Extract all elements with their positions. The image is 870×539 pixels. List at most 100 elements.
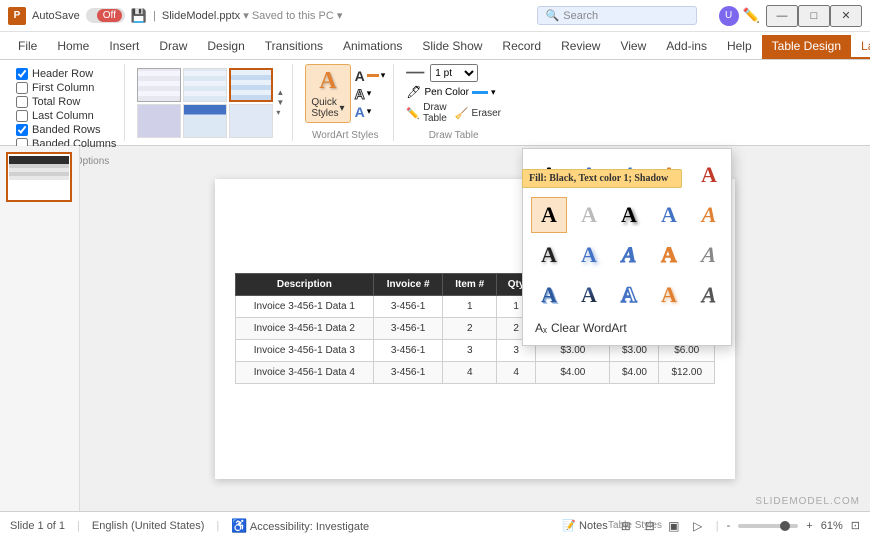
col-description: Description [236, 274, 374, 296]
tab-tabledesign[interactable]: Table Design [762, 35, 851, 59]
ribbon-group-wordart: A Quick Styles ▾ A ▾ A [297, 64, 394, 141]
wordart-item-distort[interactable]: A [689, 237, 728, 273]
checkbox-banded-rows[interactable]: Banded Rows [16, 124, 116, 136]
style-swatch-2[interactable] [183, 68, 227, 102]
wordart-styles-label: WordArt Styles [305, 128, 385, 141]
text-outline-dropdown-icon[interactable]: ▾ [367, 88, 372, 99]
ribbon-group-table-styles: ▲ ▼ ▾ Table Styles [129, 64, 293, 141]
filename-label: SlideModel.pptx ▾ Saved to this PC ▾ [162, 9, 342, 22]
tab-draw[interactable]: Draw [149, 35, 197, 59]
tab-transitions[interactable]: Transitions [255, 35, 333, 59]
wordart-item-gray[interactable]: A [571, 197, 607, 233]
style-swatch-5[interactable] [183, 104, 227, 138]
wordart-tooltip: Fill: Black, Text color 1; Shadow [522, 169, 682, 188]
tab-home[interactable]: Home [47, 35, 99, 59]
tab-slideshow[interactable]: Slide Show [412, 35, 492, 59]
wordart-item-blueoutline[interactable]: A [611, 277, 647, 313]
scroll-up-icon[interactable]: ▲ [276, 88, 284, 97]
watermark: SLIDEMODEL.COM [755, 496, 860, 507]
draw-table-icon: ✏️ [406, 107, 420, 120]
scroll-down-icon[interactable]: ▼ [276, 98, 284, 107]
pen-color-icon: 🖊 [406, 85, 421, 99]
tab-layout[interactable]: Layout [851, 35, 870, 59]
more-styles-icon[interactable]: ▾ [276, 108, 284, 117]
text-fill-dropdown-icon[interactable]: ▾ [381, 70, 386, 81]
app-body: 1 Description Invoice # Item # [0, 146, 870, 511]
wordart-item-blue3[interactable]: A [651, 197, 687, 233]
draw-table-button[interactable]: ✏️ Draw Table [406, 102, 447, 124]
wordart-item-selected[interactable]: A Fill: Black, Text color 1; Shadow [531, 197, 567, 233]
profile-area: U ✏️ [719, 6, 760, 26]
app-icon: P [8, 7, 26, 25]
slide-thumbnail[interactable] [6, 152, 72, 202]
text-effects-dropdown-icon[interactable]: ▾ [367, 106, 372, 117]
wordart-item-bevel[interactable]: A [691, 277, 727, 313]
wordart-item-orange2[interactable]: A [691, 197, 727, 233]
tab-design[interactable]: Design [197, 35, 254, 59]
maximize-button[interactable]: □ [798, 5, 830, 27]
tab-insert[interactable]: Insert [99, 35, 149, 59]
tab-addins[interactable]: Add-ins [656, 35, 717, 59]
ribbon-group-draw: ━━━ 1 pt 🖊 Pen Color ▾ ✏️ Draw Table [398, 64, 509, 141]
autosave-toggle[interactable]: Off [86, 8, 125, 23]
wordart-item-red[interactable]: A [691, 157, 727, 193]
table-style-checkboxes: Header Row First Column Total Row Last C… [16, 64, 116, 154]
tab-help[interactable]: Help [717, 35, 762, 59]
close-button[interactable]: ✕ [830, 5, 862, 27]
wordart-item-orange3[interactable]: A [651, 237, 687, 273]
col-invoice: Invoice # [373, 274, 443, 296]
language-label: English (United States) [92, 520, 205, 532]
title-bar-left: P AutoSave Off 💾 | SlideModel.pptx ▾ Sav… [8, 7, 531, 25]
style-swatch-3[interactable] [229, 68, 273, 102]
wordart-item-blue4[interactable]: A [571, 237, 607, 273]
search-bar[interactable]: 🔍 Search [537, 6, 697, 25]
tab-file[interactable]: File [8, 35, 47, 59]
eraser-icon: 🧹 [455, 107, 469, 120]
slide-info: Slide 1 of 1 [10, 520, 65, 532]
clear-icon: Aₓ [535, 321, 547, 335]
ribbon: Header Row First Column Total Row Last C… [0, 60, 870, 146]
minimize-button[interactable]: — [766, 5, 798, 27]
wordart-item-shadow[interactable]: A [611, 197, 647, 233]
checkbox-last-column[interactable]: Last Column [16, 110, 116, 122]
wordart-item-gradient[interactable]: A [571, 277, 607, 313]
ribbon-tabs: File Home Insert Draw Design Transitions… [0, 32, 870, 60]
text-fill-icon[interactable]: A [355, 68, 365, 84]
window-controls: — □ ✕ [766, 5, 862, 27]
save-icon: 💾 [131, 8, 147, 24]
quick-styles-button[interactable]: A Quick Styles ▾ [305, 64, 350, 123]
tab-view[interactable]: View [610, 35, 656, 59]
wordart-dropdown: A A A A A A Fill: Black, Text color 1; S… [522, 148, 732, 346]
share-icon[interactable]: ✏️ [743, 7, 760, 24]
border-size-select[interactable]: 1 pt [430, 64, 478, 82]
pen-color-dropdown-icon[interactable]: ▾ [491, 87, 496, 98]
wordart-item-blue5[interactable]: A [611, 237, 647, 273]
table-styles-scroll[interactable]: ▲ ▼ ▾ [276, 88, 284, 117]
wordart-item-3d1[interactable]: A [531, 277, 567, 313]
clear-wordart-button[interactable]: Aₓ Clear WordArt [531, 319, 723, 337]
wordart-item-plain2[interactable]: A [531, 237, 567, 273]
autosave-label: AutoSave [32, 10, 80, 22]
text-outline-icon[interactable]: A [355, 86, 365, 102]
table-row: Invoice 3-456-1 Data 43-456-144$4.00$4.0… [236, 362, 715, 384]
checkbox-total-row[interactable]: Total Row [16, 96, 116, 108]
draw-table-label: Draw Table [406, 128, 501, 141]
checkbox-first-column[interactable]: First Column [16, 82, 116, 94]
style-swatch-6[interactable] [229, 104, 273, 138]
tab-review[interactable]: Review [551, 35, 610, 59]
style-swatch-1[interactable] [137, 68, 181, 102]
text-effects-icon[interactable]: A [355, 104, 365, 120]
zoom-thumb[interactable] [780, 521, 790, 531]
eraser-button[interactable]: 🧹 Eraser [455, 102, 501, 124]
search-icon: 🔍 [546, 9, 560, 22]
style-swatch-4[interactable] [137, 104, 181, 138]
wordart-grid: A A A A A A Fill: Black, Text color 1; S… [531, 157, 723, 313]
wordart-item-orange4[interactable]: A [651, 277, 687, 313]
tab-animations[interactable]: Animations [333, 35, 412, 59]
checkbox-header-row[interactable]: Header Row [16, 68, 116, 80]
tab-record[interactable]: Record [492, 35, 551, 59]
zoom-slider[interactable] [738, 524, 798, 528]
dropdown-arrow-icon: ▾ [340, 103, 345, 114]
slide-panel: 1 [0, 146, 80, 511]
ribbon-group-table-options: Header Row First Column Total Row Last C… [8, 64, 125, 141]
